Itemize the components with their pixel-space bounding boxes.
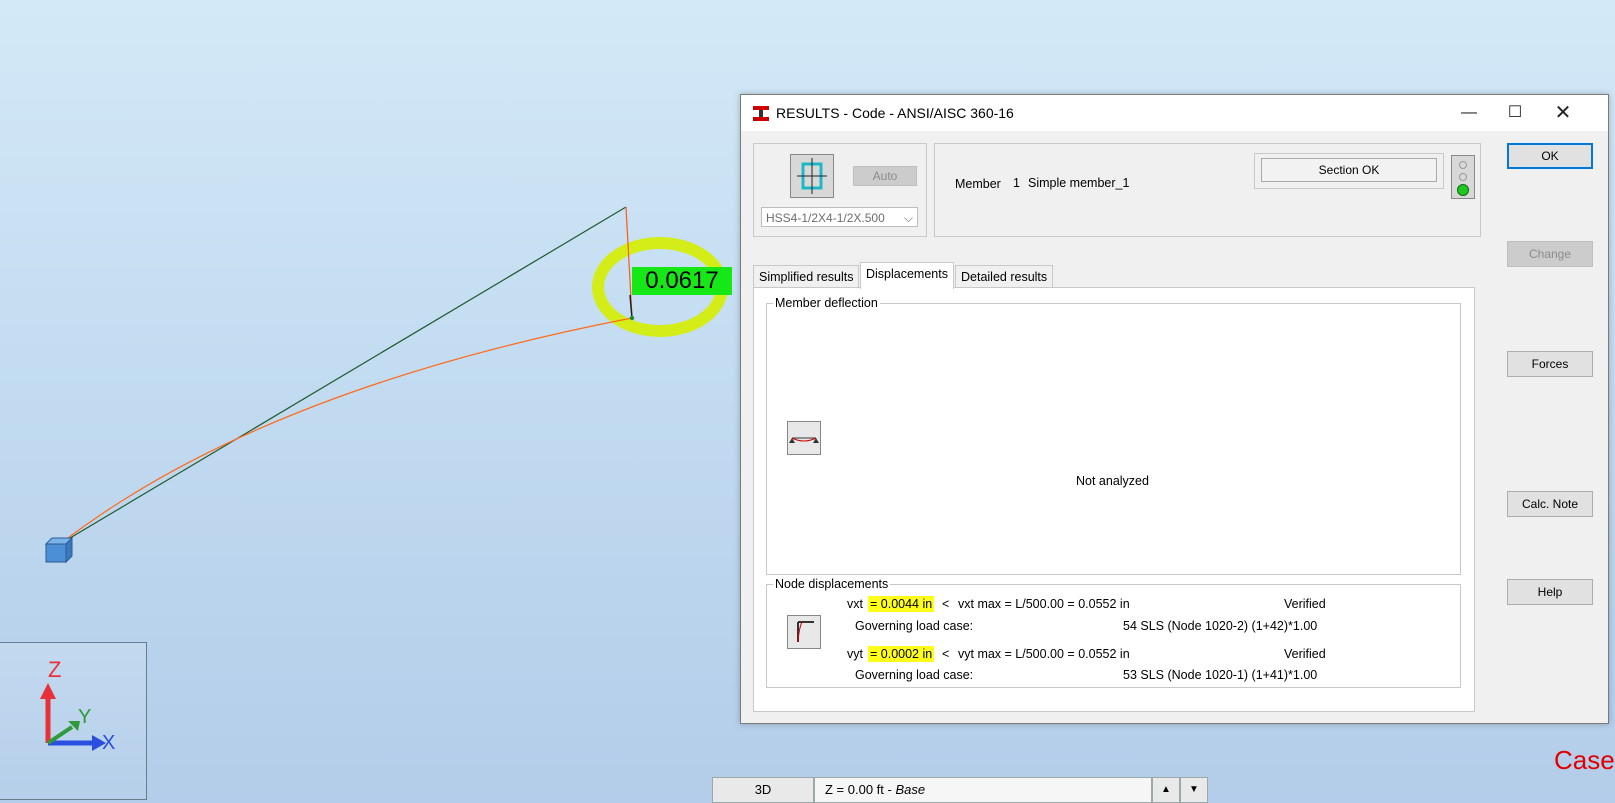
forces-button[interactable]: Forces <box>1507 351 1593 377</box>
maximize-button[interactable]: ☐ <box>1492 95 1538 131</box>
member-deflection-legend: Member deflection <box>773 296 880 310</box>
vyt-name: vyt <box>847 647 863 661</box>
vyt-governing-label: Governing load case: <box>855 668 974 682</box>
member-label: Member <box>955 177 1001 191</box>
vyt-value: = 0.0002 in <box>868 646 935 662</box>
maximize-icon: ☐ <box>1507 104 1523 121</box>
deflection-dimension <box>629 294 633 319</box>
deflection-diagram-button[interactable] <box>787 421 821 455</box>
axis-x-label: X <box>102 732 115 754</box>
deflected-shape <box>59 317 633 545</box>
change-button[interactable]: Change <box>1507 241 1593 267</box>
node-displacement-button[interactable] <box>787 615 821 649</box>
close-button[interactable]: ✕ <box>1540 95 1586 131</box>
frame-displacement-icon <box>797 621 814 643</box>
section-shape-button[interactable] <box>790 154 834 198</box>
axis-z-label: Z <box>48 657 61 682</box>
support-cube-icon[interactable] <box>44 536 74 564</box>
deflection-value-label: 0.0617 <box>632 267 732 295</box>
member-name: Simple member_1 <box>1028 176 1130 190</box>
close-icon: ✕ <box>1554 102 1572 124</box>
dialog-title: RESULTS - Code - ANSI/AISC 360-16 <box>776 105 1014 121</box>
vyt-limit: vyt max = L/500.00 = 0.0552 in <box>958 647 1130 661</box>
node-point[interactable] <box>629 315 635 321</box>
ok-button[interactable]: OK <box>1507 143 1593 169</box>
axis-y-label: Y <box>78 706 91 728</box>
vxt-limit: vxt max = L/500.00 = 0.0552 in <box>958 597 1130 611</box>
results-dialog: RESULTS - Code - ANSI/AISC 360-16 — ☐ ✕ … <box>740 94 1609 724</box>
status-bar: 3D Z = 0.00 ft - Base ▲ ▼ <box>712 777 1208 803</box>
status-text: Section OK <box>1261 158 1437 182</box>
node-displacements-group: Node displacements vxt = 0.0044 in < vxt… <box>766 577 1461 688</box>
tab-simplified-results[interactable]: Simplified results <box>753 265 860 288</box>
deflection-message: Not analyzed <box>1076 474 1149 488</box>
level-up-button[interactable]: ▲ <box>1152 777 1180 803</box>
case-label: Case <box>1554 745 1615 775</box>
section-select[interactable]: HSS4-1/2X4-1/2X.500 ⌵ <box>761 207 918 227</box>
vxt-governing-label: Governing load case: <box>855 619 974 633</box>
member-deflection-group: Member deflection Not analyzed <box>766 296 1461 575</box>
member-group: Member 1 Simple member_1 Section OK <box>934 143 1481 237</box>
member-number: 1 <box>1013 176 1020 190</box>
steel-beam-icon <box>753 106 769 121</box>
node-displacements-legend: Node displacements <box>773 577 891 591</box>
chevron-down-icon: ⌵ <box>903 211 913 225</box>
displacements-panel: Member deflection Not analyzed Node disp… <box>753 287 1475 712</box>
tab-detailed-results[interactable]: Detailed results <box>955 265 1054 288</box>
vxt-value: = 0.0044 in <box>868 596 935 612</box>
level-name: Base <box>895 782 926 797</box>
vyt-operator: < <box>942 647 950 661</box>
level-prefix: Z = 0.00 ft - <box>825 782 896 797</box>
axis-indicator: Z Y X <box>0 642 147 800</box>
dialog-titlebar[interactable]: RESULTS - Code - ANSI/AISC 360-16 — ☐ ✕ <box>741 95 1608 131</box>
level-field[interactable]: Z = 0.00 ft - Base <box>814 777 1152 803</box>
section-group: Auto HSS4-1/2X4-1/2X.500 ⌵ <box>753 143 927 237</box>
beam-deflection-icon <box>789 437 819 443</box>
vxt-governing-value: 54 SLS (Node 1020-2) (1+42)*1.00 <box>1123 619 1318 633</box>
level-down-button[interactable]: ▼ <box>1180 777 1208 803</box>
calc-note-button[interactable]: Calc. Note <box>1507 491 1593 517</box>
minimize-button[interactable]: — <box>1446 95 1492 131</box>
traffic-light-icon <box>1451 155 1475 199</box>
vxt-verdict: Verified <box>1284 597 1326 611</box>
vyt-verdict: Verified <box>1284 647 1326 661</box>
vyt-governing-value: 53 SLS (Node 1020-1) (1+41)*1.00 <box>1123 668 1318 682</box>
section-select-value: HSS4-1/2X4-1/2X.500 <box>766 211 885 225</box>
help-button[interactable]: Help <box>1507 579 1593 605</box>
auto-button[interactable]: Auto <box>853 166 917 186</box>
member-line[interactable] <box>59 206 627 545</box>
axis-triad-icon: Z Y X <box>40 657 115 754</box>
status-group: Section OK <box>1254 153 1444 189</box>
tab-displacements[interactable]: Displacements <box>860 262 954 289</box>
vxt-operator: < <box>942 597 950 611</box>
vxt-name: vxt <box>847 597 863 611</box>
hss-section-icon <box>797 158 827 194</box>
view-mode-button[interactable]: 3D <box>712 777 814 803</box>
